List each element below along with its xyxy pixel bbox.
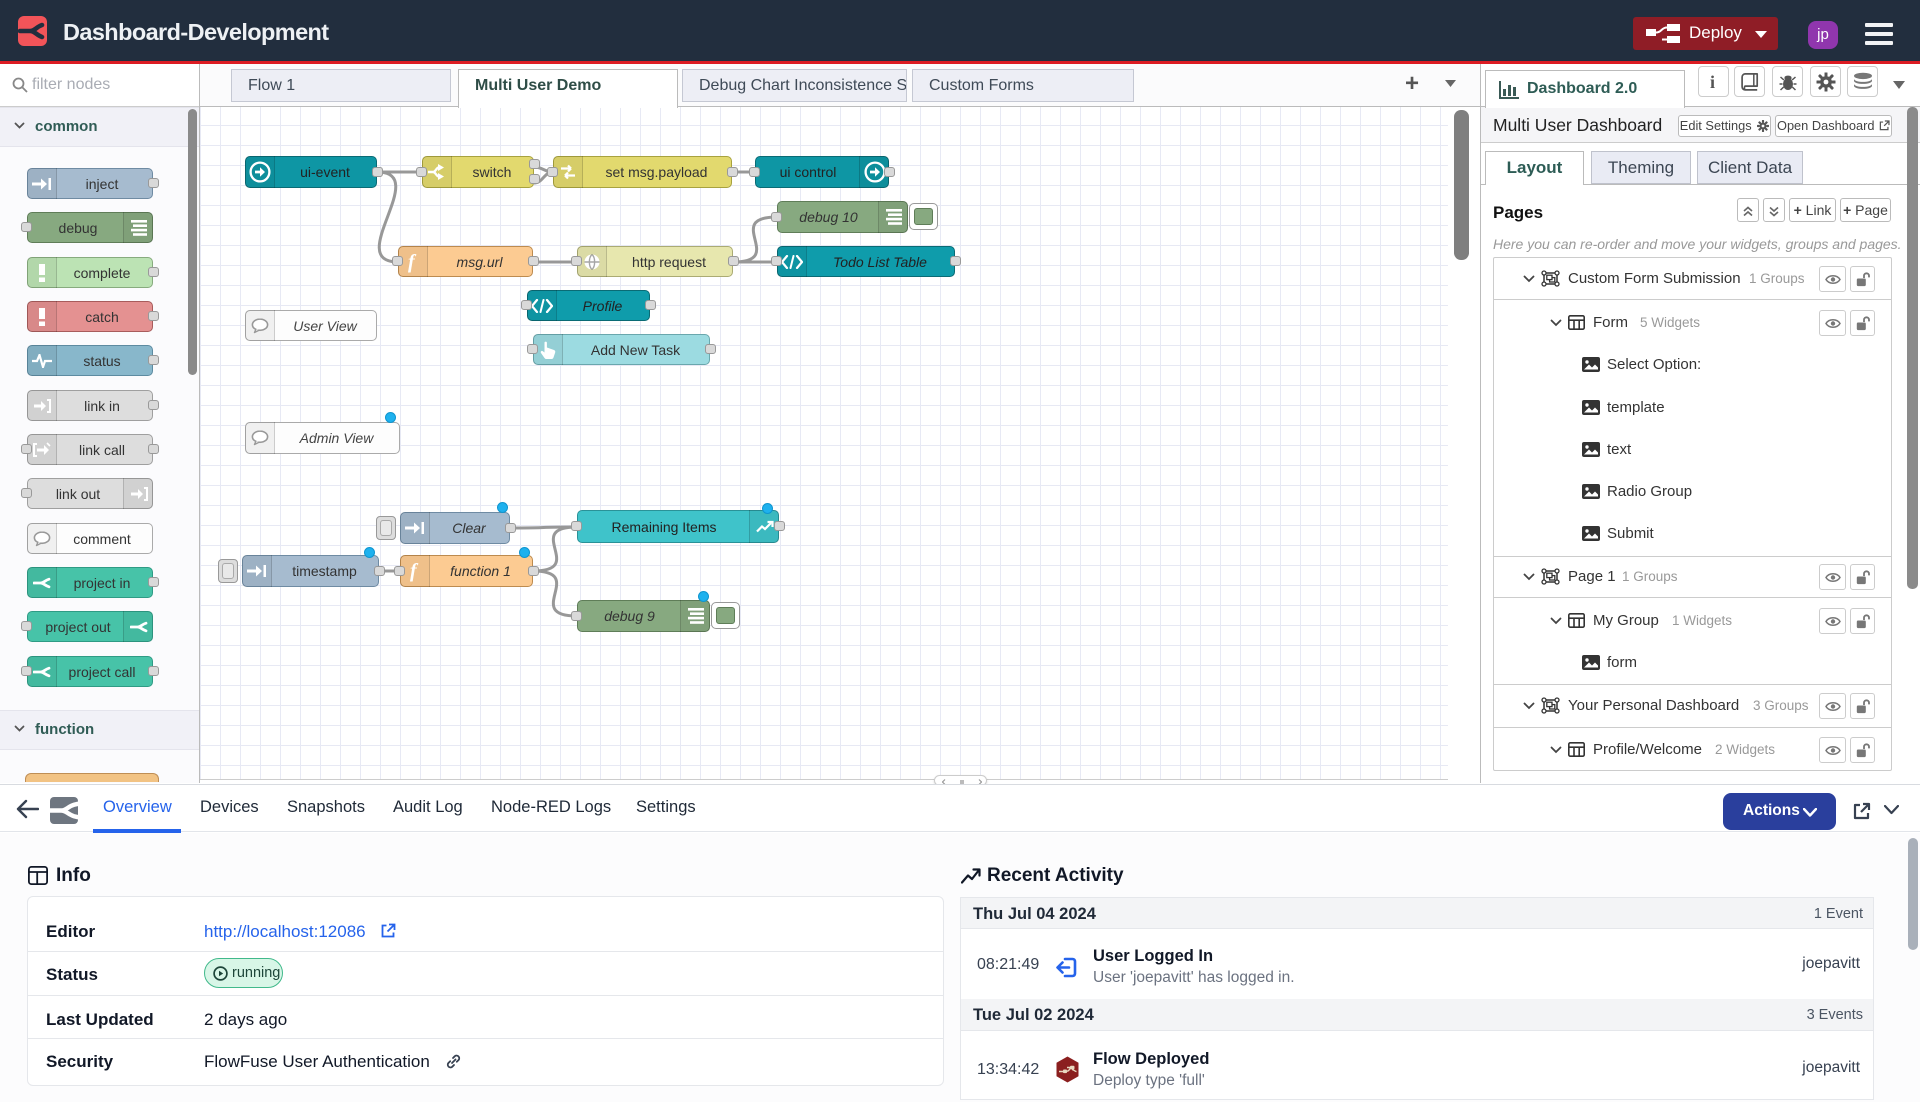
svg-text:f: f [410, 560, 419, 582]
svg-text:f: f [408, 251, 417, 273]
svg-text:i: i [1710, 73, 1715, 91]
